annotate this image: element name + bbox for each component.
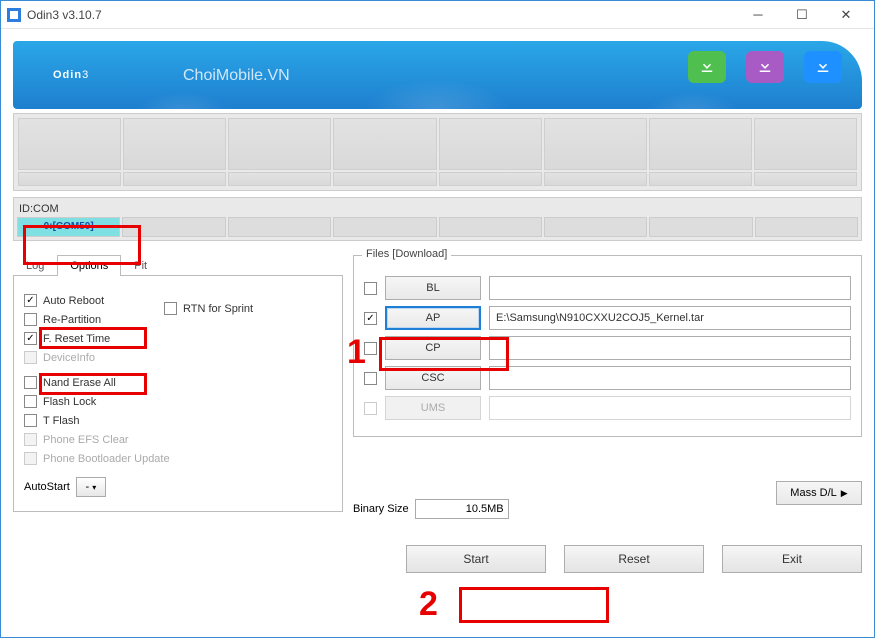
minimize-button[interactable]: ─: [736, 2, 780, 28]
reset-button[interactable]: Reset: [564, 545, 704, 573]
idcom-port[interactable]: [439, 217, 542, 237]
label-flash-lock: Flash Lock: [43, 396, 96, 408]
checkbox-nand-erase[interactable]: [24, 376, 37, 389]
banner-subtitle: ChoiMobile.VN: [183, 67, 290, 85]
files-group: Files [Download] BL AP E:\Samsung\N910CX…: [353, 255, 862, 437]
tab-pit[interactable]: Pit: [121, 255, 160, 276]
download-pin-icon: [746, 51, 784, 83]
device-slot: [228, 118, 331, 170]
device-slot-status: [754, 172, 857, 186]
app-icon: [7, 8, 21, 22]
label-nand-erase: Nand Erase All: [43, 377, 116, 389]
idcom-label: ID:COM: [19, 203, 59, 215]
device-slot: [18, 118, 121, 170]
mass-download-button[interactable]: Mass D/L▶: [776, 481, 862, 505]
idcom-port[interactable]: [649, 217, 752, 237]
header-banner: Odin3 ChoiMobile.VN: [13, 41, 862, 109]
device-slot-grid: [13, 113, 862, 191]
checkbox-cp[interactable]: [364, 342, 377, 355]
button-ap[interactable]: AP: [385, 306, 481, 330]
checkbox-re-partition[interactable]: [24, 313, 37, 326]
checkbox-bl[interactable]: [364, 282, 377, 295]
path-csc[interactable]: [489, 366, 851, 390]
device-slot-status: [439, 172, 542, 186]
checkbox-flash-lock[interactable]: [24, 395, 37, 408]
idcom-port[interactable]: [333, 217, 436, 237]
autostart-select[interactable]: -▾: [76, 477, 106, 497]
idcom-port[interactable]: [544, 217, 647, 237]
checkbox-ums: [364, 402, 377, 415]
maximize-button[interactable]: ☐: [780, 2, 824, 28]
device-slot: [754, 118, 857, 170]
device-slot-status: [649, 172, 752, 186]
path-ums: [489, 396, 851, 420]
binary-size-value: 10.5MB: [415, 499, 509, 519]
button-csc[interactable]: CSC: [385, 366, 481, 390]
device-slot-status: [228, 172, 331, 186]
checkbox-t-flash[interactable]: [24, 414, 37, 427]
annotation-number-2: 2: [419, 585, 438, 624]
checkbox-device-info: [24, 351, 37, 364]
button-bl[interactable]: BL: [385, 276, 481, 300]
device-slot-status: [123, 172, 226, 186]
tab-log[interactable]: Log: [13, 255, 57, 276]
autostart-label: AutoStart: [24, 481, 70, 493]
device-slot: [649, 118, 752, 170]
exit-button[interactable]: Exit: [722, 545, 862, 573]
label-rtn-sprint: RTN for Sprint: [183, 303, 253, 315]
label-device-info: DeviceInfo: [43, 352, 95, 364]
window-title: Odin3 v3.10.7: [27, 8, 736, 22]
checkbox-rtn-sprint[interactable]: [164, 302, 177, 315]
idcom-port[interactable]: [122, 217, 225, 237]
label-efs-clear: Phone EFS Clear: [43, 434, 129, 446]
checkbox-auto-reboot[interactable]: [24, 294, 37, 307]
device-slot: [544, 118, 647, 170]
binary-size: Binary Size 10.5MB: [353, 499, 509, 519]
options-panel: Auto Reboot Re-Partition F. Reset Time D…: [13, 276, 343, 512]
close-button[interactable]: ✕: [824, 2, 868, 28]
checkbox-efs-clear: [24, 433, 37, 446]
idcom-port[interactable]: [228, 217, 331, 237]
checkbox-bootloader-update: [24, 452, 37, 465]
download-pin-icon: [804, 51, 842, 83]
settings-tabs: Log Options Pit: [13, 255, 343, 276]
idcom-port[interactable]: 0:[COM50]: [17, 217, 120, 237]
device-slot: [333, 118, 436, 170]
label-re-partition: Re-Partition: [43, 314, 101, 326]
path-bl[interactable]: [489, 276, 851, 300]
button-cp[interactable]: CP: [385, 336, 481, 360]
checkbox-ap[interactable]: [364, 312, 377, 325]
checkbox-csc[interactable]: [364, 372, 377, 385]
device-slot-status: [544, 172, 647, 186]
device-slot: [123, 118, 226, 170]
download-pin-icon: [688, 51, 726, 83]
device-slot-status: [18, 172, 121, 186]
idcom-port[interactable]: [755, 217, 858, 237]
label-t-flash: T Flash: [43, 415, 79, 427]
device-slot-status: [333, 172, 436, 186]
annotation-start-highlight: [459, 587, 609, 623]
idcom-panel: ID:COM 0:[COM50]: [13, 197, 862, 241]
files-legend: Files [Download]: [362, 248, 451, 260]
label-f-reset-time: F. Reset Time: [43, 333, 110, 345]
binary-size-label: Binary Size: [353, 503, 409, 515]
label-bootloader-update: Phone Bootloader Update: [43, 453, 170, 465]
logo: Odin3: [53, 49, 89, 86]
titlebar: Odin3 v3.10.7 ─ ☐ ✕: [1, 1, 874, 29]
button-ums: UMS: [385, 396, 481, 420]
tab-options[interactable]: Options: [57, 255, 121, 276]
path-cp[interactable]: [489, 336, 851, 360]
device-slot: [439, 118, 542, 170]
label-auto-reboot: Auto Reboot: [43, 295, 104, 307]
checkbox-f-reset-time[interactable]: [24, 332, 37, 345]
path-ap[interactable]: E:\Samsung\N910CXXU2COJ5_Kernel.tar: [489, 306, 851, 330]
start-button[interactable]: Start: [406, 545, 546, 573]
